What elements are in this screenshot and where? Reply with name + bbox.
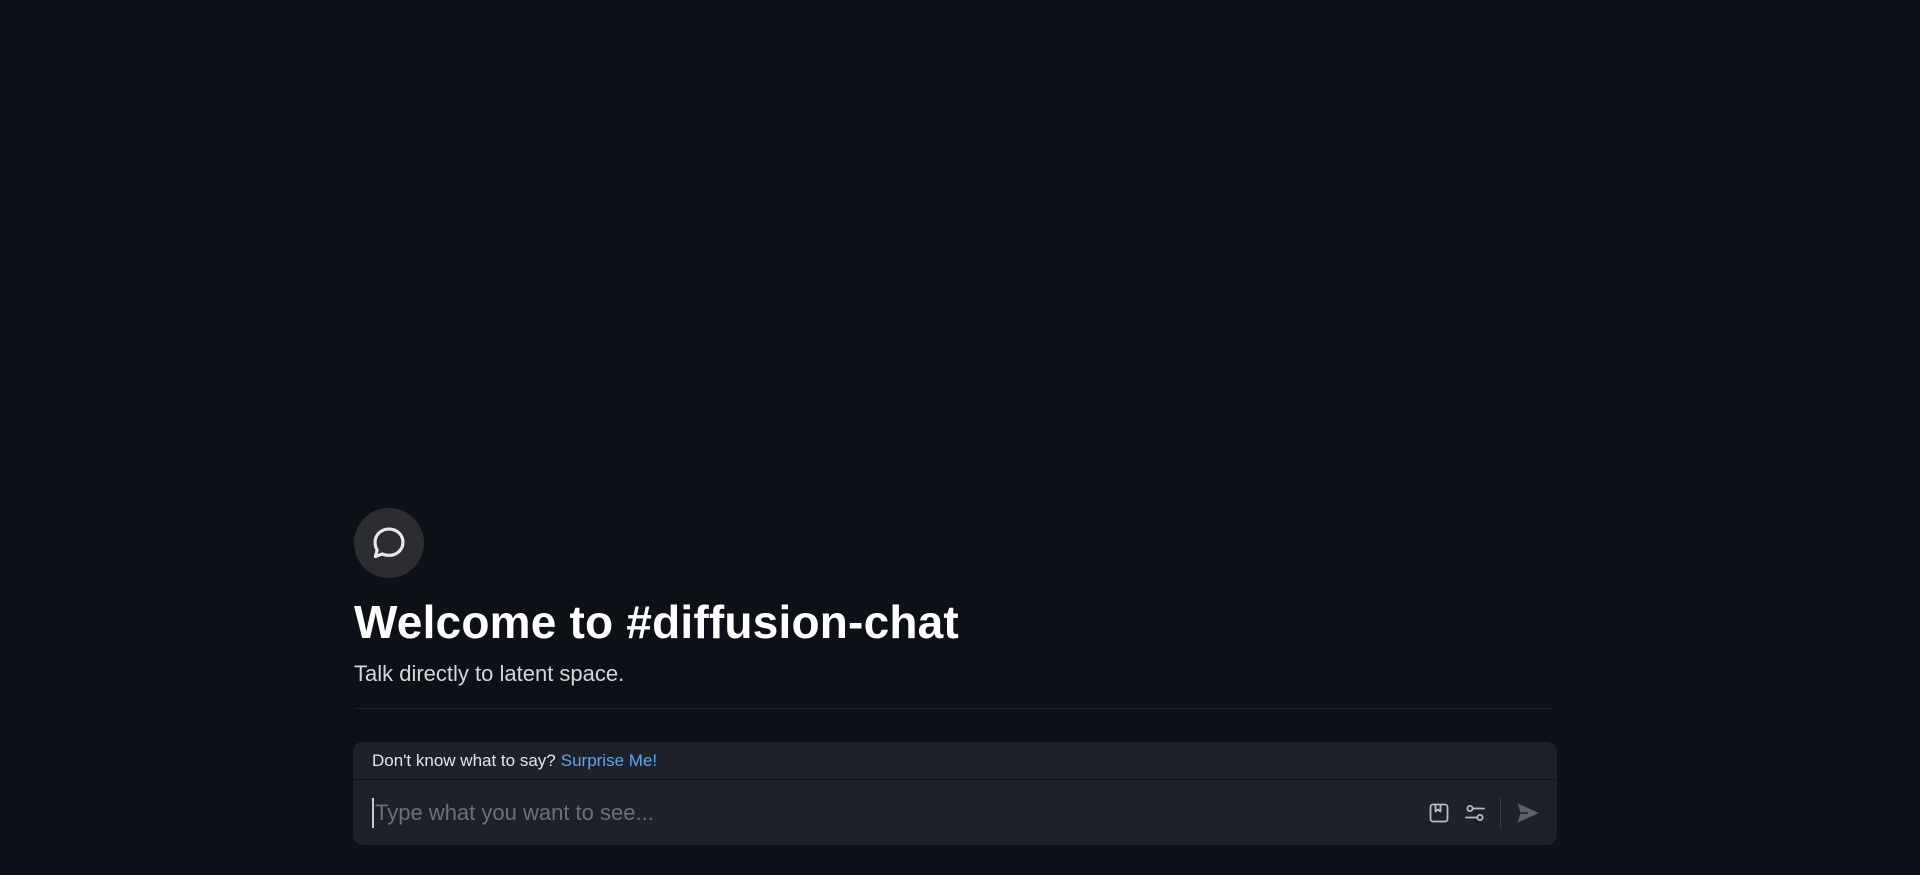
chat-bubble-icon bbox=[373, 527, 405, 559]
page-subtitle: Talk directly to latent space. bbox=[354, 661, 625, 686]
message-composer: Don't know what to say? Surprise Me! bbox=[353, 742, 1557, 845]
divider bbox=[354, 708, 1554, 709]
page: Welcome to #diffusion-chat Talk directly… bbox=[0, 0, 1920, 875]
suggestion-prompt: Don't know what to say? bbox=[372, 750, 556, 770]
channel-icon bbox=[354, 508, 424, 578]
bookmark-icon bbox=[1429, 803, 1449, 822]
send-icon bbox=[1517, 802, 1539, 823]
prompt-input[interactable] bbox=[372, 797, 1416, 828]
sliders-icon bbox=[1465, 804, 1485, 821]
settings-button[interactable] bbox=[1462, 800, 1488, 826]
surprise-me-link[interactable]: Surprise Me! bbox=[561, 751, 657, 771]
suggestion-bar: Don't know what to say? Surprise Me! bbox=[353, 742, 1557, 780]
channel-welcome: Welcome to #diffusion-chat Talk directly… bbox=[354, 508, 1558, 709]
page-title: Welcome to #diffusion-chat bbox=[354, 596, 959, 648]
input-row bbox=[353, 780, 1557, 845]
bookmark-button[interactable] bbox=[1426, 800, 1452, 826]
toolbar-divider bbox=[1500, 797, 1501, 828]
send-button[interactable] bbox=[1513, 798, 1543, 828]
